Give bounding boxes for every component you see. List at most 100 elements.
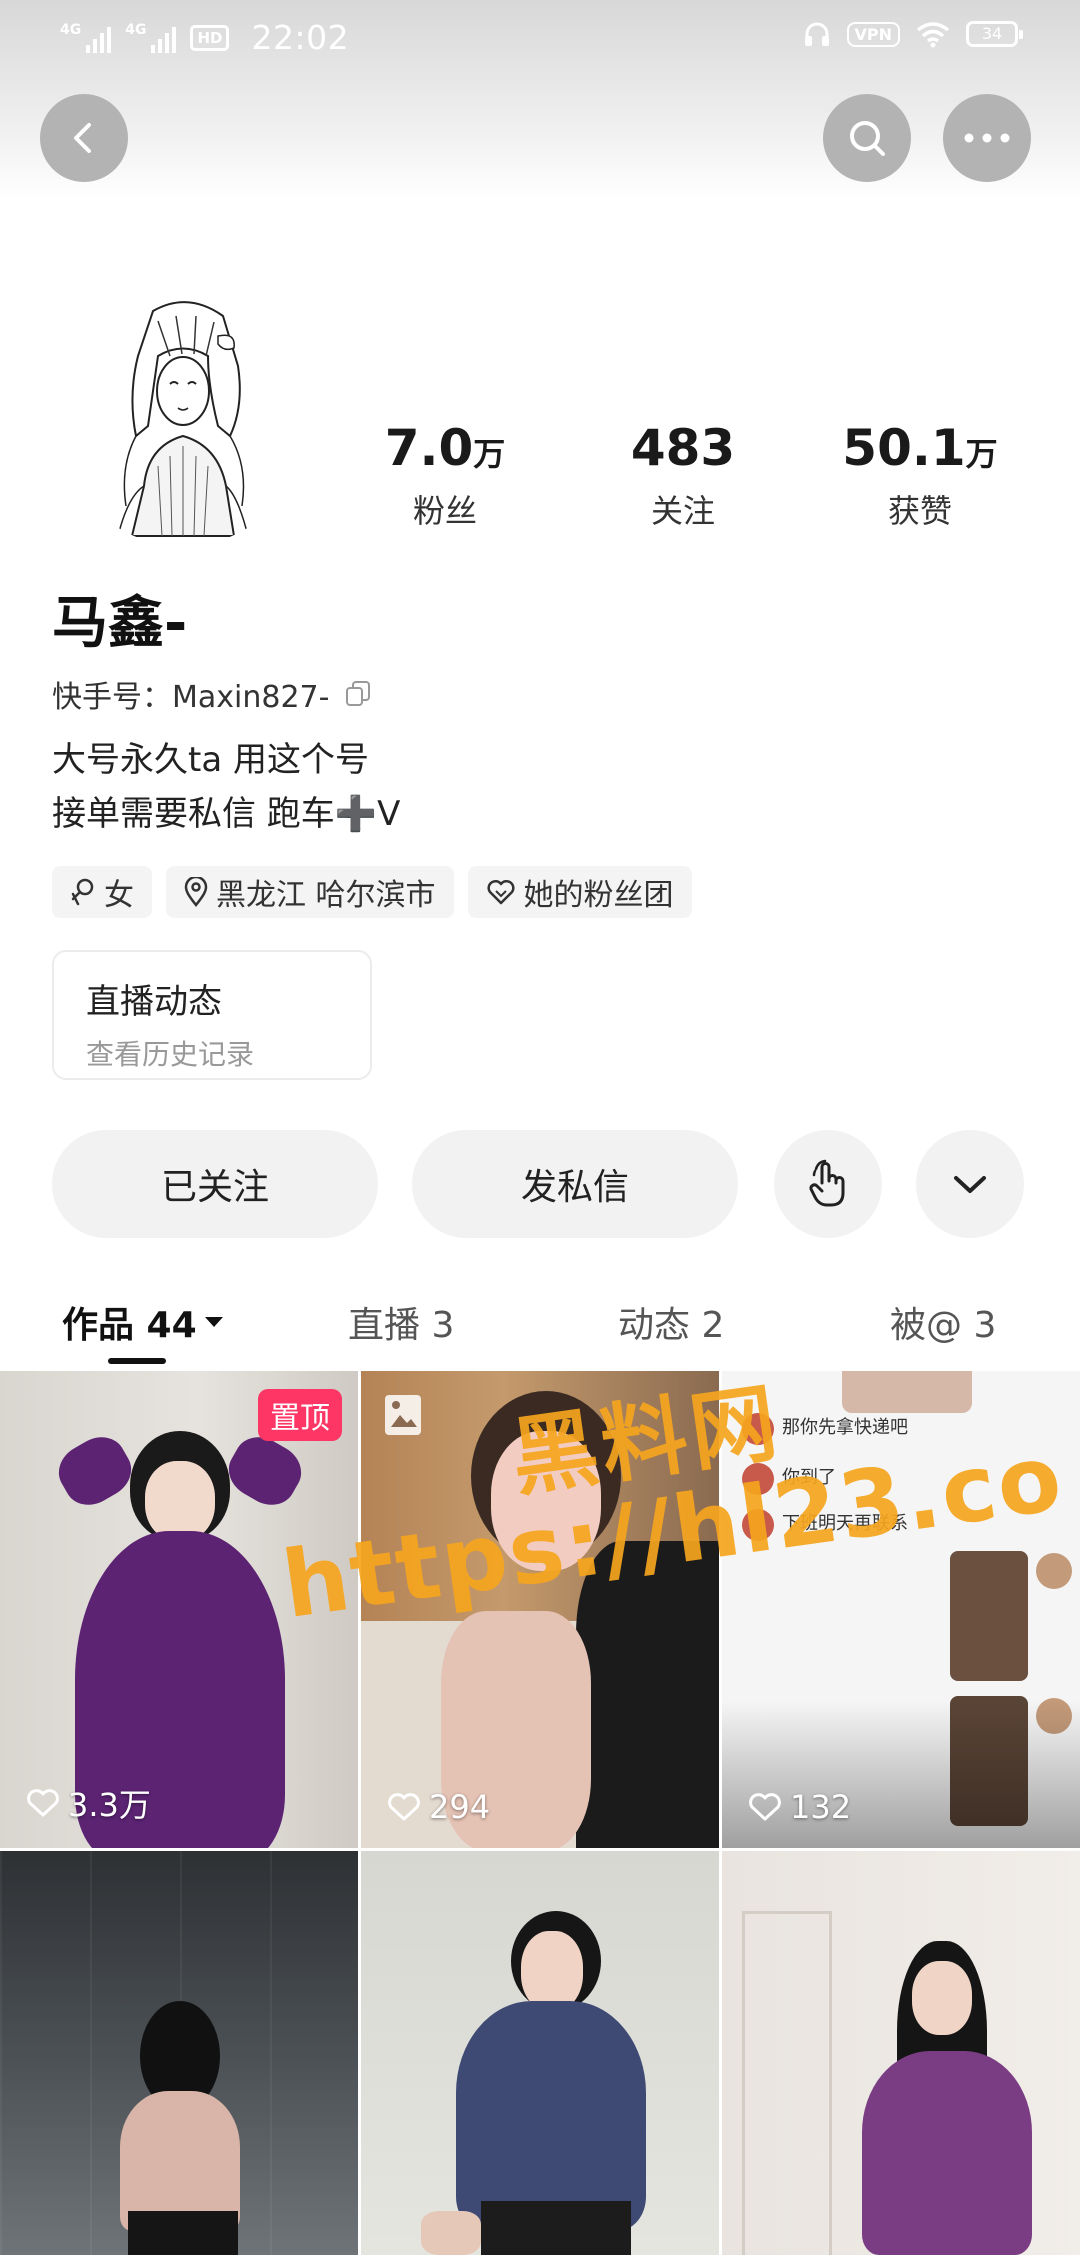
vpn-icon: VPN xyxy=(846,21,900,47)
avatar[interactable] xyxy=(58,296,308,546)
tag-fan-group[interactable]: 她的粉丝团 xyxy=(467,866,692,918)
stat-following[interactable]: 483 关注 xyxy=(583,418,783,532)
hand-pointer-icon xyxy=(809,1159,845,1207)
location-pin-icon xyxy=(184,877,208,907)
chat-line: 那你先拿快递吧 xyxy=(782,1417,908,1438)
kwai-id: 快手号：Maxin827- xyxy=(52,672,373,716)
figure-top xyxy=(120,2091,240,2231)
post-thumbnail[interactable] xyxy=(0,1851,358,2255)
back-button[interactable] xyxy=(40,94,128,182)
live-history-card[interactable]: 直播动态 查看历史记录 xyxy=(52,950,372,1080)
works-grid: 置顶 3.3万 294 那你先拿快递吧 你到了 下班明天再联系 132 xyxy=(0,1371,1080,2255)
likes-count: 3.3万 xyxy=(26,1780,151,1826)
battery-icon: 34 xyxy=(966,21,1023,47)
chevron-down-icon xyxy=(954,1176,986,1193)
likes-value: 3.3万 xyxy=(68,1786,151,1824)
expand-button[interactable] xyxy=(916,1130,1024,1238)
profile-name: 马鑫- xyxy=(52,591,188,656)
likes-value: 132 xyxy=(790,1788,852,1826)
profile-tags: 女 黑龙江 哈尔滨市 她的粉丝团 xyxy=(52,866,692,918)
profile-bio: 大号永久ta 用这个号 接单需要私信 跑车➕V xyxy=(52,733,400,841)
stat-following-label: 关注 xyxy=(650,492,715,530)
stat-fans[interactable]: 7.0万 粉丝 xyxy=(345,418,545,532)
female-icon xyxy=(71,878,94,906)
chat-line: 下班明天再联系 xyxy=(782,1513,908,1534)
live-card-subtitle: 查看历史记录 xyxy=(86,1038,255,1071)
figure-face xyxy=(521,1931,583,2011)
status-bar: 4G 4G HD 22:02 VPN 34 xyxy=(0,0,1080,78)
signal-2-icon: 4G xyxy=(125,23,177,53)
post-thumbnail[interactable]: 置顶 3.3万 xyxy=(0,1371,358,1848)
tab-moments[interactable]: 动态 2 xyxy=(618,1296,724,1348)
tag-location-label: 黑龙江 哈尔滨市 xyxy=(216,878,436,913)
clock: 22:02 xyxy=(251,18,350,57)
profile-stats: 7.0万 粉丝 483 关注 50.1万 获赞 xyxy=(340,418,1080,538)
figure-shirt xyxy=(456,2001,646,2231)
chat-avatar xyxy=(742,1463,774,1495)
following-button[interactable]: 已关注 xyxy=(52,1130,378,1238)
image-post-icon xyxy=(385,1395,421,1435)
likes-count: 294 xyxy=(387,1788,490,1826)
figure-face xyxy=(912,1961,972,2035)
tab-mentions[interactable]: 被@ 3 xyxy=(890,1296,996,1348)
chat-avatar xyxy=(1036,1553,1072,1589)
figure-skirt xyxy=(128,2211,238,2255)
tab-live[interactable]: 直播 3 xyxy=(348,1296,454,1348)
chevron-left-icon xyxy=(74,123,91,153)
gesture-button[interactable] xyxy=(774,1130,882,1238)
caret-down-icon xyxy=(204,1317,223,1327)
figure-leg xyxy=(421,2211,481,2255)
live-card-title: 直播动态 xyxy=(86,982,222,1022)
stat-following-value: 483 xyxy=(630,419,736,477)
tab-works-label: 作品 44 xyxy=(62,1305,197,1346)
heart-icon xyxy=(487,879,515,905)
stat-fans-value: 7.0 xyxy=(384,419,474,477)
search-icon xyxy=(850,121,885,156)
hd-icon: HD xyxy=(190,24,230,51)
post-thumbnail[interactable]: 294 xyxy=(361,1371,719,1848)
figure-shorts xyxy=(481,2201,631,2255)
wifi-icon xyxy=(916,22,950,48)
heart-outline-icon xyxy=(749,1793,781,1821)
stat-likes-label: 获赞 xyxy=(887,492,952,530)
chat-avatar xyxy=(742,1509,774,1541)
more-button[interactable] xyxy=(943,94,1031,182)
copy-icon[interactable] xyxy=(343,679,373,709)
tag-gender: 女 xyxy=(52,866,152,918)
tab-indicator xyxy=(108,1358,166,1364)
stat-fans-label: 粉丝 xyxy=(412,492,477,530)
video-message-thumb xyxy=(950,1551,1028,1681)
stat-fans-unit: 万 xyxy=(473,435,506,473)
chat-image xyxy=(842,1371,972,1413)
stat-likes[interactable]: 50.1万 获赞 xyxy=(820,418,1020,532)
more-dots-icon xyxy=(964,133,1010,143)
tag-fan-group-label: 她的粉丝团 xyxy=(523,878,674,913)
avatar-sketch-image xyxy=(58,296,308,546)
signal-1-icon: 4G xyxy=(60,23,112,53)
post-thumbnail[interactable] xyxy=(722,1851,1080,2255)
pinned-badge: 置顶 xyxy=(258,1389,342,1441)
stat-likes-unit: 万 xyxy=(965,435,998,473)
stat-likes-value: 50.1 xyxy=(842,419,966,477)
figure-hoodie xyxy=(576,1541,719,1848)
figure-face xyxy=(491,1431,601,1571)
door-frame xyxy=(742,1911,832,2255)
chat-avatar xyxy=(742,1413,774,1445)
bio-line-1: 大号永久ta 用这个号 xyxy=(52,740,369,780)
likes-value: 294 xyxy=(429,1788,491,1826)
tag-gender-label: 女 xyxy=(104,878,134,913)
tab-works[interactable]: 作品 44 xyxy=(62,1296,225,1348)
action-row: 已关注 发私信 xyxy=(52,1130,1028,1238)
post-thumbnail[interactable] xyxy=(361,1851,719,2255)
tag-location[interactable]: 黑龙江 哈尔滨市 xyxy=(166,866,454,918)
figure-arm xyxy=(49,1427,141,1515)
figure-top xyxy=(862,2051,1032,2255)
message-button[interactable]: 发私信 xyxy=(412,1130,738,1238)
search-button[interactable] xyxy=(823,94,911,182)
headphones-icon xyxy=(804,22,829,46)
bio-line-2: 接单需要私信 跑车➕V xyxy=(52,794,401,834)
kwai-id-text: 快手号：Maxin827- xyxy=(52,680,330,715)
heart-outline-icon xyxy=(27,1789,59,1817)
figure-face xyxy=(145,1461,215,1541)
post-thumbnail[interactable]: 那你先拿快递吧 你到了 下班明天再联系 132 xyxy=(722,1371,1080,1848)
